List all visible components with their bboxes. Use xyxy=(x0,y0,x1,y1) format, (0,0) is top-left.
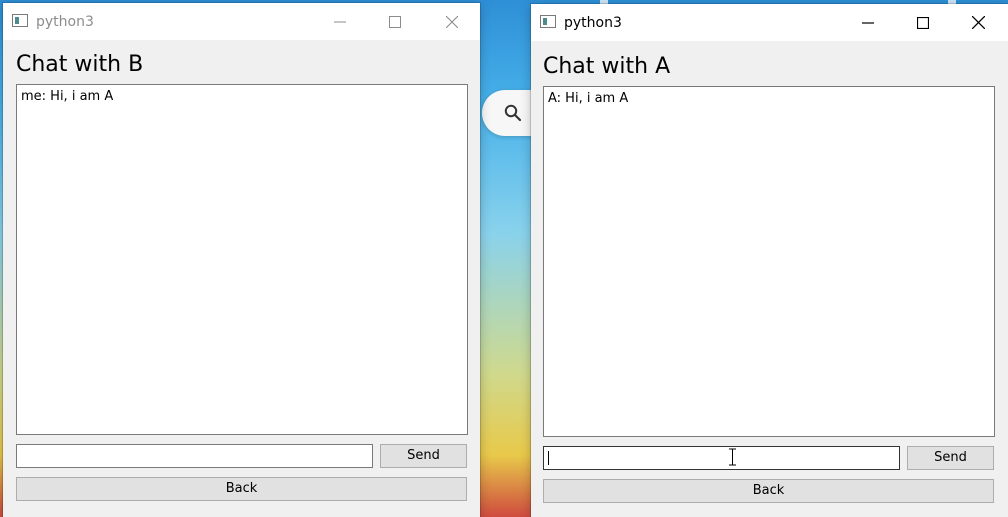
chat-message: me: Hi, i am A xyxy=(21,89,114,104)
search-icon xyxy=(504,104,522,122)
title-bar[interactable]: python3 xyxy=(531,4,1008,41)
python-window-icon xyxy=(540,15,556,28)
window-title: python3 xyxy=(564,15,622,31)
minimize-button[interactable] xyxy=(845,4,891,41)
chat-log[interactable]: me: Hi, i am A xyxy=(16,84,468,435)
chat-heading: Chat with B xyxy=(16,52,144,77)
python-window-icon xyxy=(12,14,28,27)
maximize-button[interactable] xyxy=(900,4,946,41)
chat-window-a: python3 Chat with A A: Hi, i am A Send B… xyxy=(531,4,1008,517)
message-input[interactable] xyxy=(16,444,373,468)
close-icon xyxy=(446,15,458,28)
back-button[interactable]: Back xyxy=(16,477,467,501)
title-bar[interactable]: python3 xyxy=(3,3,480,40)
send-button[interactable]: Send xyxy=(380,444,467,468)
close-button[interactable] xyxy=(955,4,1001,41)
minimize-button[interactable] xyxy=(317,3,363,40)
chat-window-b: python3 Chat with B me: Hi, i am A Send … xyxy=(3,3,480,517)
close-button[interactable] xyxy=(429,3,475,40)
maximize-icon xyxy=(389,15,401,28)
back-button[interactable]: Back xyxy=(543,479,994,503)
text-cursor-icon xyxy=(729,448,736,466)
chat-log[interactable]: A: Hi, i am A xyxy=(543,86,995,437)
minimize-icon xyxy=(862,21,874,24)
minimize-icon xyxy=(334,21,346,22)
message-input[interactable] xyxy=(543,446,900,470)
maximize-icon xyxy=(917,16,929,29)
chat-message: A: Hi, i am A xyxy=(548,91,629,106)
chat-heading: Chat with A xyxy=(543,54,671,79)
close-icon xyxy=(971,16,985,29)
maximize-button[interactable] xyxy=(372,3,418,40)
desktop-background: python3 Chat with B me: Hi, i am A Send … xyxy=(0,0,1008,517)
text-caret xyxy=(548,451,549,465)
send-button[interactable]: Send xyxy=(907,446,994,470)
window-title: python3 xyxy=(36,14,94,30)
